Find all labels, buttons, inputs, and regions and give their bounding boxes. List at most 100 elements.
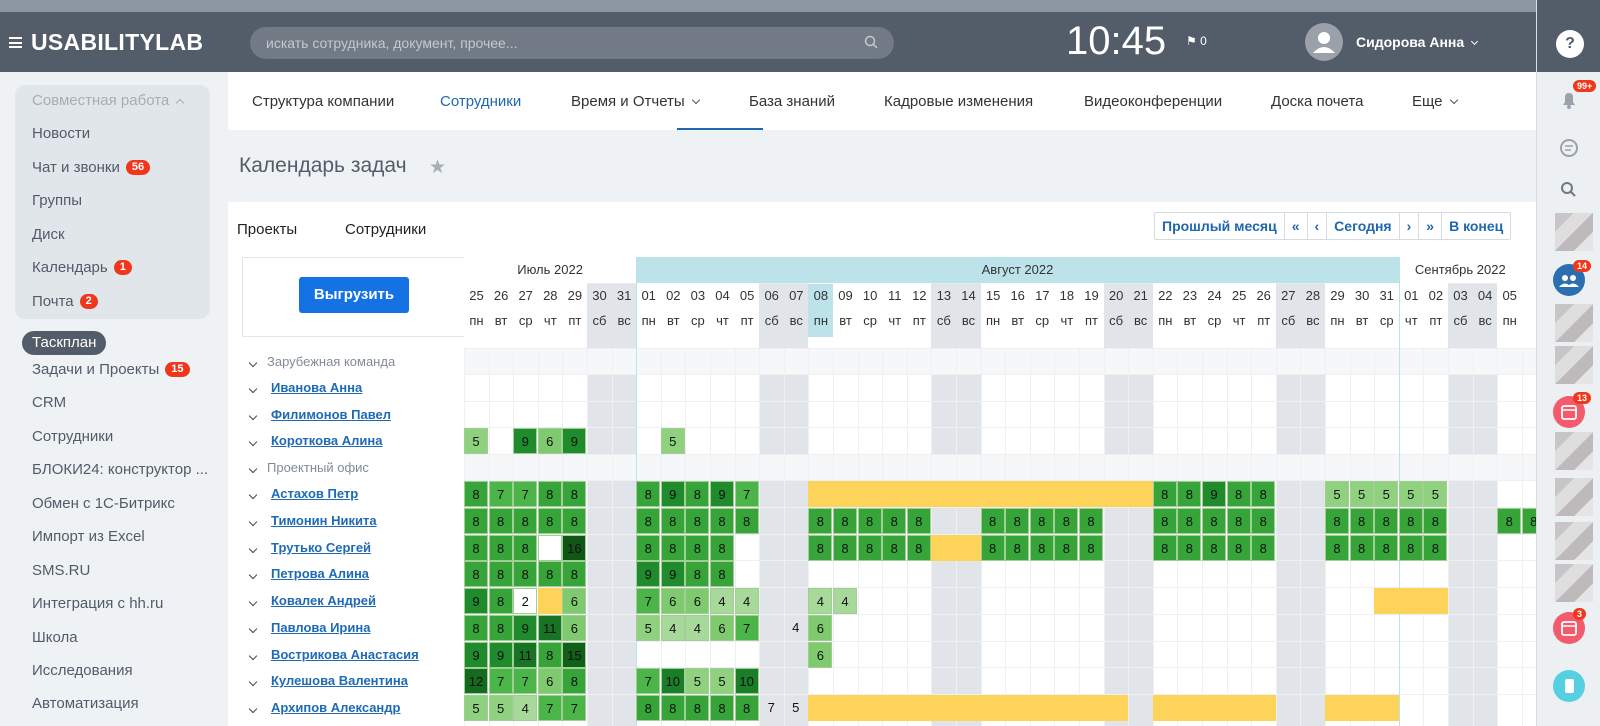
hours-cell[interactable]: 8 — [980, 535, 1005, 561]
hours-cell[interactable]: 8 — [1202, 508, 1226, 534]
hours-cell[interactable]: 7 — [636, 668, 661, 694]
hours-cell[interactable]: 5 — [1349, 481, 1374, 507]
hours-cell[interactable]: 11 — [513, 642, 538, 668]
day-number[interactable]: 29 — [1325, 288, 1350, 303]
hours-cell[interactable]: 5 — [784, 695, 808, 721]
hours-cell[interactable]: 6 — [660, 588, 685, 614]
hours-cell[interactable]: 5 — [1325, 481, 1349, 507]
hours-cell[interactable]: 9 — [464, 642, 488, 668]
hours-cell[interactable]: 8 — [1251, 481, 1276, 507]
hours-cell[interactable]: 8 — [1054, 535, 1079, 561]
export-button[interactable]: Выгрузить — [299, 277, 409, 313]
absence-bar[interactable] — [1325, 695, 1399, 721]
hours-cell[interactable]: 5 — [1374, 481, 1399, 507]
group-button[interactable]: 14 — [1553, 260, 1592, 296]
hours-cell[interactable]: 8 — [1521, 508, 1536, 534]
day-number[interactable]: 02 — [1423, 288, 1448, 303]
hours-cell[interactable]: 8 — [833, 508, 857, 534]
hours-cell[interactable]: 8 — [660, 695, 685, 721]
hours-cell[interactable]: 8 — [537, 508, 562, 534]
hours-cell[interactable]: 8 — [513, 561, 538, 587]
flag-counter[interactable]: ⚑ 0 — [1186, 34, 1207, 48]
day-number[interactable]: 25 — [464, 288, 489, 303]
day-number[interactable]: 07 — [784, 288, 809, 303]
day-number[interactable]: 26 — [1251, 288, 1276, 303]
sidebar-section-title[interactable]: Совместная работа — [32, 92, 185, 109]
tab-item[interactable]: Время и Отчеты — [571, 93, 700, 110]
empty-cell[interactable] — [537, 535, 562, 561]
day-number[interactable]: 02 — [661, 288, 686, 303]
hours-cell[interactable]: 9 — [710, 481, 734, 507]
contact-avatar[interactable] — [1555, 213, 1593, 251]
hours-cell[interactable]: 7 — [636, 588, 661, 614]
hours-cell[interactable]: 8 — [1177, 508, 1202, 534]
day-number[interactable]: 29 — [562, 288, 587, 303]
hours-cell[interactable]: 6 — [685, 588, 710, 614]
hours-cell[interactable]: 8 — [1325, 508, 1349, 534]
absence-bar[interactable] — [808, 695, 1129, 721]
employee-name-link[interactable]: Тимонин Никита — [271, 513, 377, 528]
hours-cell[interactable]: 8 — [464, 535, 488, 561]
hours-cell[interactable]: 8 — [636, 695, 661, 721]
hours-cell[interactable]: 5 — [1423, 481, 1448, 507]
hours-cell[interactable]: 7 — [488, 481, 513, 507]
employee-name-link[interactable]: Иванова Анна — [271, 380, 362, 395]
day-number[interactable]: 03 — [685, 288, 710, 303]
hours-cell[interactable]: 8 — [562, 481, 587, 507]
hours-cell[interactable]: 8 — [562, 561, 587, 587]
hours-cell[interactable]: 4 — [833, 588, 857, 614]
sidebar-item[interactable]: Диск — [32, 226, 65, 243]
absence-bar[interactable] — [1374, 588, 1448, 614]
hours-cell[interactable]: 8 — [537, 561, 562, 587]
hours-cell[interactable]: 6 — [808, 615, 833, 641]
hours-cell[interactable]: 7 — [513, 668, 538, 694]
tab-item[interactable]: Сотрудники — [440, 93, 521, 110]
hours-cell[interactable]: 4 — [808, 588, 833, 614]
contact-avatar[interactable] — [1555, 478, 1593, 516]
employee-name-link[interactable]: Филимонов Павел — [271, 407, 391, 422]
day-number[interactable]: 30 — [1350, 288, 1375, 303]
employee-name-link[interactable]: Петрова Алина — [271, 566, 369, 581]
hours-cell[interactable]: 8 — [1398, 535, 1423, 561]
day-number[interactable]: 20 — [1104, 288, 1129, 303]
chevron-down-icon[interactable] — [248, 358, 258, 368]
hours-cell[interactable]: 8 — [1152, 508, 1177, 534]
hours-cell[interactable]: 7 — [513, 481, 538, 507]
hours-cell[interactable]: 8 — [488, 615, 513, 641]
day-number[interactable]: 28 — [538, 288, 563, 303]
chevron-down-icon[interactable] — [248, 437, 258, 447]
tab-item[interactable]: Еще — [1412, 93, 1458, 110]
hours-cell[interactable]: 8 — [636, 481, 661, 507]
hours-cell[interactable]: 8 — [710, 695, 734, 721]
day-number[interactable]: 11 — [882, 288, 907, 303]
contact-avatar[interactable] — [1555, 346, 1593, 384]
hours-cell[interactable]: 8 — [685, 508, 710, 534]
hours-cell[interactable]: 8 — [537, 642, 562, 668]
hours-cell[interactable]: 8 — [1005, 508, 1030, 534]
hours-cell[interactable]: 9 — [488, 642, 513, 668]
hours-cell[interactable]: 8 — [1005, 535, 1030, 561]
hours-cell[interactable]: 5 — [636, 615, 661, 641]
hours-cell[interactable]: 8 — [1251, 508, 1276, 534]
contact-avatar[interactable] — [1555, 304, 1593, 342]
hours-cell[interactable]: 4 — [685, 615, 710, 641]
hours-cell[interactable]: 7 — [537, 695, 562, 721]
hours-cell[interactable]: 7 — [759, 695, 783, 721]
search-button[interactable] — [1553, 174, 1585, 206]
hours-cell[interactable]: 5 — [685, 668, 710, 694]
hours-cell[interactable]: 8 — [1374, 508, 1399, 534]
hours-cell[interactable]: 8 — [513, 508, 538, 534]
day-number[interactable]: 09 — [833, 288, 858, 303]
day-number[interactable]: 23 — [1177, 288, 1202, 303]
hours-cell[interactable]: 8 — [906, 508, 931, 534]
hours-cell[interactable]: 7 — [734, 481, 759, 507]
sidebar-item[interactable]: Школа — [32, 629, 78, 646]
contact-avatar[interactable] — [1555, 522, 1593, 560]
day-number[interactable]: 28 — [1300, 288, 1325, 303]
absence-bar[interactable] — [1152, 695, 1276, 721]
sidebar-item[interactable]: Интеграция с hh.ru — [32, 595, 163, 612]
hours-cell[interactable]: 8 — [464, 561, 488, 587]
chevron-down-icon[interactable] — [248, 651, 258, 661]
sidebar-item[interactable]: Автоматизация — [32, 695, 139, 712]
day-number[interactable]: 25 — [1227, 288, 1252, 303]
